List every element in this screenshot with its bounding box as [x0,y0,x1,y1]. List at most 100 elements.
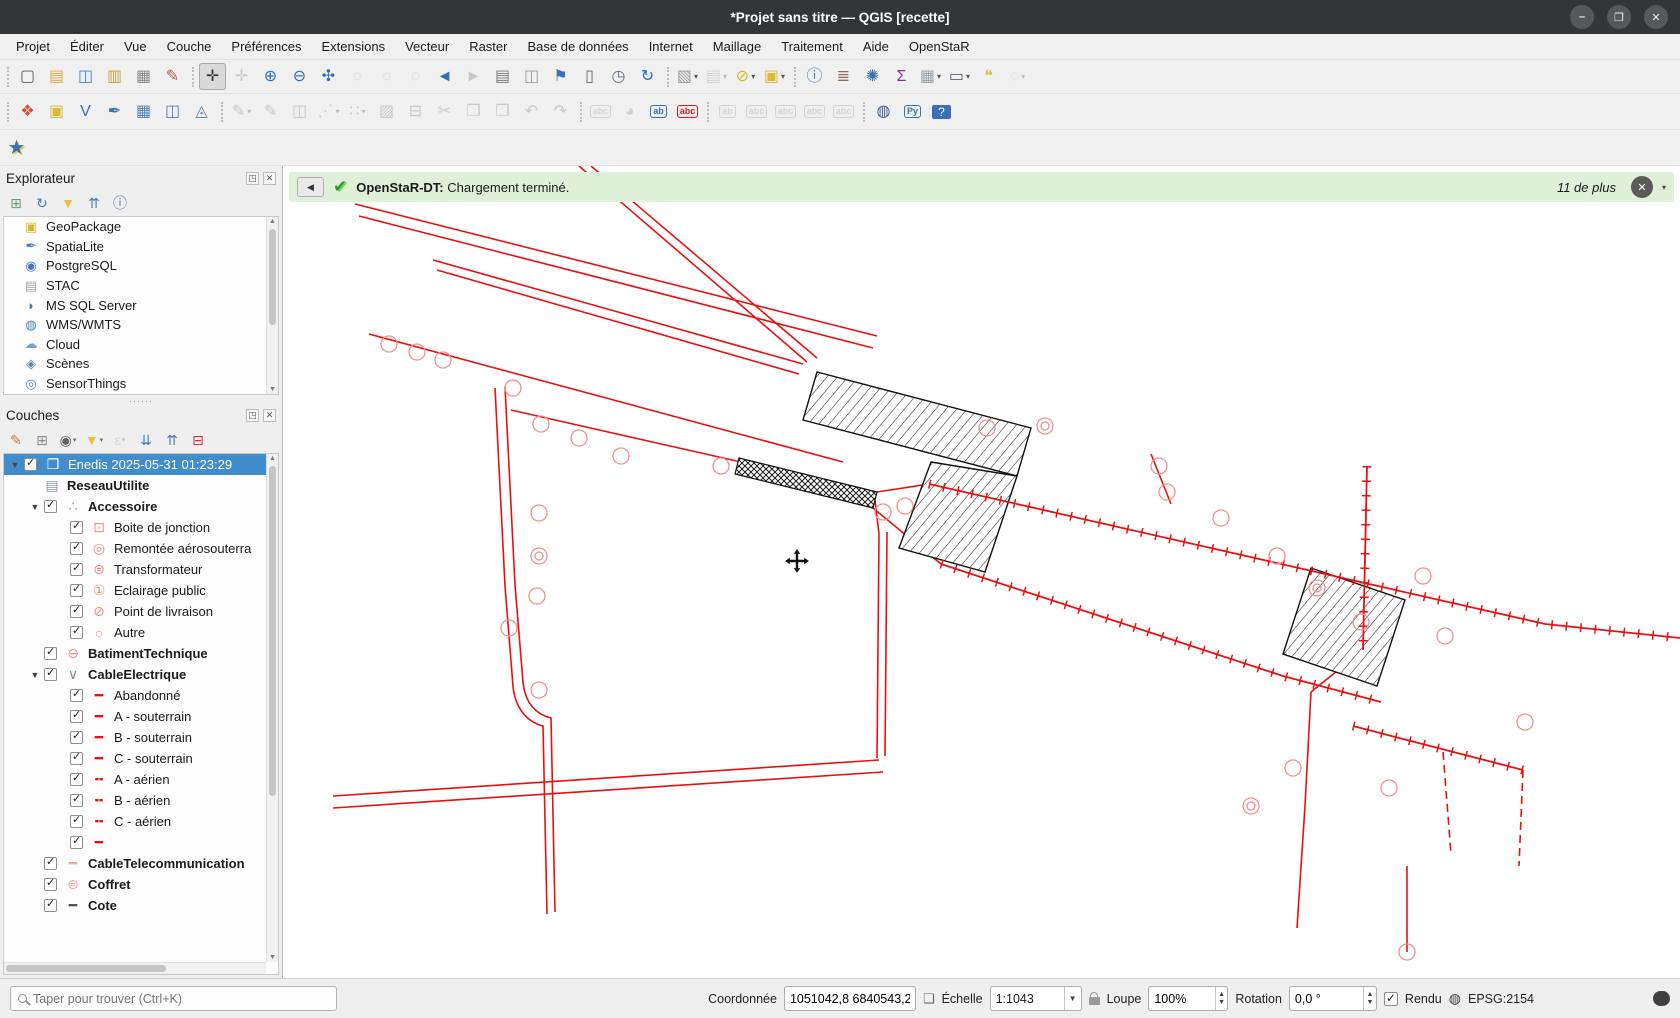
layer-row[interactable]: ▼ ❐ Enedis 2025-05-31 01:23:29 [4,454,278,475]
browser-scenes[interactable]: ◈Scènes [4,354,278,374]
statistical-summary-button[interactable]: ≣▾ [830,63,857,90]
locator-search-input[interactable] [33,992,329,1006]
coordinate-input[interactable] [790,992,910,1006]
new-map-view-button[interactable]: ▤▾ [489,63,516,90]
layer-labeling-button[interactable]: ab▾ [645,98,672,125]
browser-sensorthings[interactable]: ◎SensorThings [4,374,278,394]
scroll-down-icon[interactable]: ▼ [267,386,278,393]
undo-button[interactable]: ↶▾ [518,98,545,125]
chevron-down-icon[interactable]: ▼ [1064,987,1081,1010]
show-statistics-button[interactable]: Σ▾ [888,63,915,90]
layer-row[interactable]: ▼ ⊡ Boite de jonction [4,517,278,538]
manage-map-themes-button[interactable]: ◉▾ [56,429,80,451]
float-panel-button[interactable]: ◳ [246,409,259,422]
expander-icon[interactable]: ▼ [28,502,42,512]
close-message-button[interactable]: ✕ [1631,176,1653,198]
new-temporary-scratch-layer-button[interactable]: ▦▾ [130,98,157,125]
data-source-manager-button[interactable]: ❖▾ [14,98,41,125]
coordinate-extent-toggle-icon[interactable]: ❏ [923,991,935,1007]
layer-visibility-checkbox[interactable] [70,815,83,828]
menu-couche[interactable]: Couche [157,34,222,59]
scale-lock-icon[interactable] [1089,997,1100,1005]
messages-bubble-icon[interactable] [1653,991,1670,1006]
layer-visibility-checkbox[interactable] [70,542,83,555]
float-panel-button[interactable]: ◳ [246,172,259,185]
close-button[interactable]: ✕ [1644,5,1668,29]
layer-visibility-checkbox[interactable] [70,563,83,576]
zoom-last-button[interactable]: ◄▾ [431,63,458,90]
layer-visibility-checkbox[interactable] [70,773,83,786]
map-canvas[interactable]: ◀ ✔ OpenStaR-DT: Chargement terminé. 11 … [283,166,1680,978]
current-edits-button[interactable]: ✎▾ [228,98,255,125]
zoom-in-button[interactable]: ⊕▾ [257,63,284,90]
processing-toolbox-button[interactable]: ✺▾ [859,63,886,90]
rotate-label-button[interactable]: abc▾ [801,98,828,125]
change-label-button[interactable]: abc▾ [830,98,857,125]
layer-row[interactable]: ▼ ━ [4,832,278,853]
filter-browser-button[interactable]: ▼▾ [56,192,80,214]
show-hidden-labels-button[interactable]: abc▾ [743,98,770,125]
zoom-native-button[interactable]: ◌▾ [402,63,429,90]
browser-wms[interactable]: ◍WMS/WMTS [4,315,278,335]
scrollbar-thumb[interactable] [269,229,276,325]
layer-row[interactable]: ▼ ⊜ Transformateur [4,559,278,580]
layer-visibility-checkbox[interactable] [70,836,83,849]
scale-combobox[interactable]: 1:1043 ▼ [990,986,1082,1011]
browser-spatialite[interactable]: ✒SpatiaLite [4,237,278,257]
maximize-button[interactable]: ❐ [1607,5,1631,29]
zoom-to-layer-button[interactable]: ◌▾ [373,63,400,90]
toggle-editing-button[interactable]: ✎▾ [257,98,284,125]
rotation-input[interactable] [1295,992,1363,1006]
close-panel-button[interactable]: ✕ [263,172,276,185]
menu-aide[interactable]: Aide [853,34,899,59]
scroll-down-icon[interactable]: ▼ [267,954,278,961]
menu-maillage[interactable]: Maillage [703,34,771,59]
move-label-button[interactable]: abc▾ [772,98,799,125]
layer-row[interactable]: ▼ ━ A - souterrain [4,706,278,727]
menu-raster[interactable]: Raster [459,34,517,59]
layer-row[interactable]: ▼ ○ Autre [4,622,278,643]
zoom-full-button[interactable]: ✣▾ [315,63,342,90]
properties-widget-button[interactable]: ⓘ▾ [108,192,132,214]
menu-vue[interactable]: Vue [114,34,157,59]
browser-vscrollbar[interactable]: ▲ ▼ [266,217,278,394]
menu-internet[interactable]: Internet [639,34,703,59]
menu-openstar[interactable]: OpenStaR [899,34,980,59]
layer-visibility-checkbox[interactable] [70,521,83,534]
copy-features-button[interactable]: ❐▾ [460,98,487,125]
menu-traitement[interactable]: Traitement [771,34,853,59]
new-spatialite-layer-button[interactable]: ✒▾ [101,98,128,125]
new-shapefile-layer-button[interactable]: V▾ [72,98,99,125]
layer-visibility-checkbox[interactable] [44,647,57,660]
delete-selected-button[interactable]: ⊟▾ [402,98,429,125]
vertex-tool-button[interactable]: ∷▾ [344,98,371,125]
pan-map-button[interactable]: ✛▾ [199,63,226,90]
layer-visibility-checkbox[interactable] [70,752,83,765]
zoom-to-selection-button[interactable]: ◌▾ [344,63,371,90]
layer-row[interactable]: ▼ ╍ C - aérien [4,811,278,832]
identify-features-button[interactable]: ⓘ▾ [801,63,828,90]
layer-visibility-checkbox[interactable] [70,689,83,702]
menu-vecteur[interactable]: Vecteur [395,34,459,59]
expander-icon[interactable]: ▼ [8,460,22,470]
crs-status[interactable]: EPSG:2154 [1468,992,1534,1006]
measure-line-button[interactable]: ▭▾ [946,63,973,90]
labeling-options-button[interactable]: abc▾ [587,98,614,125]
openstar-plugin-button[interactable]: ★▾ [3,134,30,161]
browser-postgresql[interactable]: ◉PostgreSQL [4,256,278,276]
style-manager-button[interactable]: ✎▾ [159,63,186,90]
menu-extensions[interactable]: Extensions [312,34,396,59]
new-3d-map-view-button[interactable]: ◫▾ [518,63,545,90]
open-project-button[interactable]: ▤▾ [43,63,70,90]
layer-visibility-checkbox[interactable] [44,878,57,891]
show-layout-manager-button[interactable]: ▦▾ [130,63,157,90]
metasearch-button[interactable]: ◍▾ [870,98,897,125]
new-virtual-layer-button[interactable]: ◫▾ [159,98,186,125]
layer-row[interactable]: ▼ ━ Cote [4,895,278,916]
layer-row[interactable]: ▼ ▤ ReseauUtilite [4,475,278,496]
layer-diagram-button[interactable]: abc▾ [674,98,701,125]
browser-stac[interactable]: ▤STAC [4,276,278,296]
menu-projet[interactable]: Projet [6,34,60,59]
layer-visibility-checkbox[interactable] [44,899,57,912]
layer-row[interactable]: ▼ ⊖ BatimentTechnique [4,643,278,664]
